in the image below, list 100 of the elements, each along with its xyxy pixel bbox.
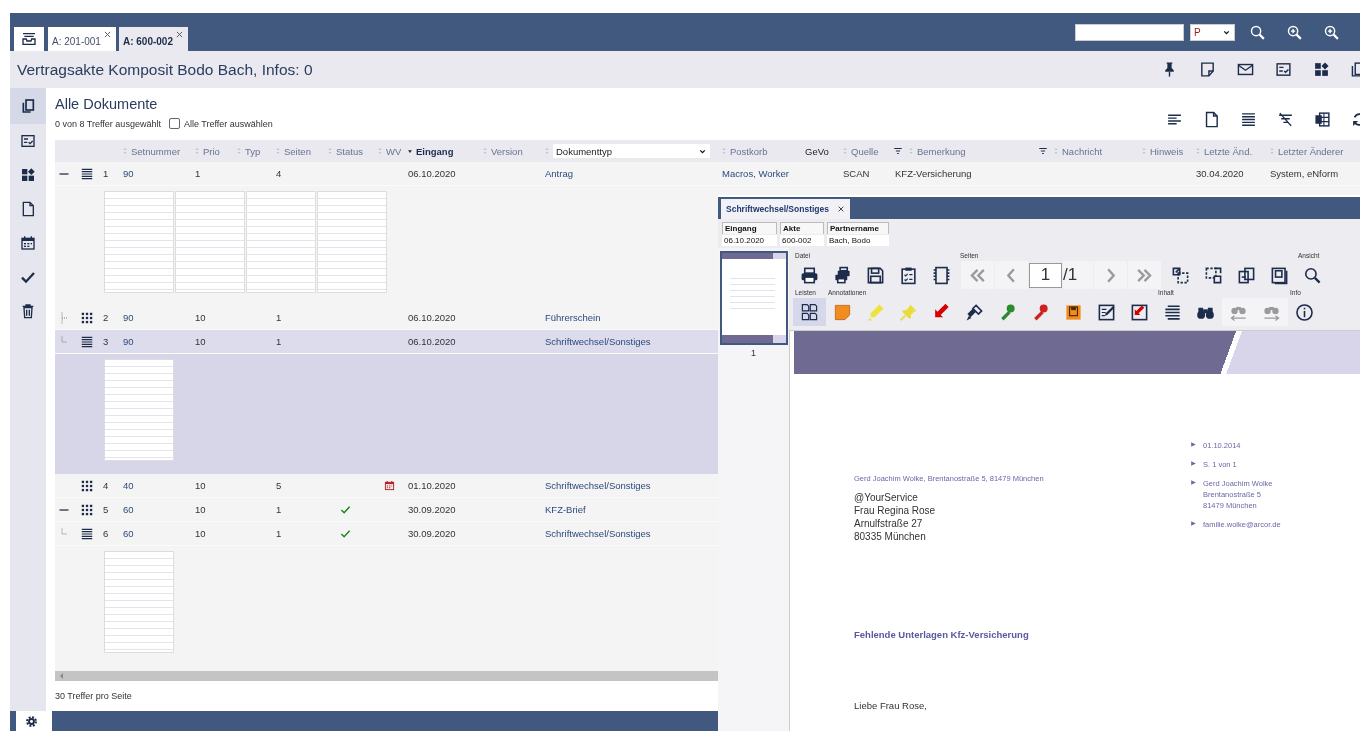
note-icon[interactable] [1199, 61, 1216, 78]
filter-off-icon[interactable] [1277, 110, 1294, 128]
page-thumbnail[interactable] [318, 192, 386, 292]
document-type-cell[interactable]: Schriftwechsel/Sonstiges [545, 336, 651, 347]
column-header[interactable]: Eingang [416, 145, 454, 157]
panels-button[interactable] [793, 298, 826, 326]
zoom-in-icon[interactable] [1286, 23, 1303, 41]
filter-icon[interactable] [893, 146, 903, 156]
set-number-cell[interactable]: 90 [123, 168, 134, 179]
sticky-note-icon [833, 302, 852, 322]
priority-cell: 10 [195, 336, 206, 347]
checkbox-label: Alle Treffer auswählen [183, 118, 273, 129]
set-number-cell[interactable]: 40 [123, 480, 134, 491]
checklist-icon [899, 265, 918, 285]
dashboard-icon[interactable] [1313, 61, 1330, 78]
mode-select[interactable]: P [1190, 23, 1235, 41]
meta-header: Eingang [722, 222, 777, 234]
table-row[interactable]: 5 60 10 1 30.09.2020 KFZ-Brief [55, 498, 718, 522]
panels-icon [800, 302, 819, 322]
meta-value: Bach, Bodo [827, 235, 889, 246]
set-number-cell[interactable]: 90 [123, 336, 134, 347]
print-icon [800, 265, 819, 285]
close-icon[interactable] [174, 30, 184, 39]
close-icon[interactable] [837, 205, 845, 213]
page-thumbnail[interactable] [176, 192, 244, 292]
column-header[interactable]: Typ [245, 145, 261, 157]
column-header[interactable]: Status [336, 145, 363, 157]
search-field[interactable] [1075, 23, 1184, 41]
column-header[interactable]: Bemerkung [917, 145, 966, 157]
set-number-cell[interactable]: 90 [123, 312, 134, 323]
viewer-tab[interactable]: Schriftwechsel/Sonstiges [721, 199, 850, 219]
sidebar-item[interactable] [10, 88, 46, 124]
page-number-field[interactable]: 1 [1029, 262, 1062, 288]
page-export-icon [1171, 265, 1190, 285]
column-header[interactable]: Postkorb [730, 145, 768, 157]
archive-tab[interactable] [14, 27, 44, 51]
inbox-cell[interactable]: Macros, Worker [722, 168, 789, 179]
page-thumbnail[interactable] [247, 192, 315, 292]
tab-label: A: 201-001 [52, 34, 101, 47]
search-icon [1303, 265, 1322, 285]
document-icon [20, 201, 36, 217]
page-thumbnail[interactable] [105, 552, 173, 652]
document-type-cell[interactable]: Schriftwechsel/Sonstiges [545, 480, 651, 491]
page-thumbnail[interactable] [105, 192, 173, 292]
column-header[interactable]: Seiten [284, 145, 311, 157]
column-header[interactable]: GeVo [803, 145, 829, 157]
document-type-select[interactable]: Dokumenttyp [553, 144, 710, 158]
settings-button[interactable] [10, 711, 46, 731]
selection-count: 0 von 8 Treffer ausgewählt [55, 118, 161, 129]
meta-header: Akte [780, 222, 824, 234]
filter-icon[interactable] [1038, 146, 1048, 156]
document-type-cell[interactable]: KFZ-Brief [545, 504, 586, 515]
lines-icon[interactable] [1240, 110, 1257, 128]
received-date-cell: 01.10.2020 [408, 480, 456, 491]
last-editor-cell: System, eNform [1270, 168, 1339, 179]
set-number-cell[interactable]: 60 [123, 504, 134, 515]
column-header[interactable]: Quelle [851, 145, 879, 157]
column-header[interactable]: WV [386, 145, 402, 157]
grid-icon [80, 310, 94, 325]
document-type-cell[interactable]: Führerschein [545, 312, 601, 323]
spreadsheet-icon[interactable] [1314, 110, 1331, 128]
document-type-cell[interactable]: Antrag [545, 168, 573, 179]
checklist-icon [20, 133, 36, 149]
tray-icon [21, 31, 37, 47]
mail-icon[interactable] [1237, 61, 1254, 78]
column-header[interactable]: Hinweis [1150, 145, 1184, 157]
record-tab[interactable]: A: 600-002 [118, 27, 188, 51]
column-header[interactable]: Letzte Änd. [1204, 145, 1253, 157]
table-row[interactable]: 1 90 1 4 06.10.2020 Antrag Macros, Worker SCAN KFZ-Versicherung 30.04.2020 System, eNform [55, 162, 1360, 186]
table-row[interactable]: 4 40 10 5 01.10.2020 Schriftwechsel/Sonstiges [55, 474, 718, 498]
print-multiple-icon [833, 265, 852, 285]
edit-document-icon [1097, 302, 1116, 322]
page-count-cell: 1 [276, 504, 282, 515]
table-row[interactable]: 6 60 10 1 30.09.2020 Schriftwechsel/Sonstiges [55, 522, 718, 546]
checklist-icon[interactable] [1275, 61, 1292, 78]
set-number-cell[interactable]: 60 [123, 528, 134, 539]
table-row[interactable]: 3 90 10 1 06.10.2020 Schriftwechsel/Sonstiges [55, 330, 718, 354]
priority-cell: 1 [195, 168, 201, 179]
column-header[interactable]: Prio [203, 145, 220, 157]
sort-descending-icon[interactable] [406, 147, 414, 155]
page-thumbnail[interactable] [105, 360, 173, 460]
lines-icon [80, 166, 94, 181]
search-icon[interactable] [1249, 23, 1266, 41]
record-title: Vertragsakte Komposit Bodo Bach, Infos: 0 [17, 60, 313, 79]
record-tab[interactable]: A: 201-001 [48, 27, 116, 51]
received-date-cell: 30.09.2020 [408, 528, 456, 539]
trash-icon [20, 303, 36, 319]
document-type-cell[interactable]: Schriftwechsel/Sonstiges [545, 528, 651, 539]
document-icon[interactable] [1203, 110, 1220, 128]
column-header[interactable]: Nachricht [1062, 145, 1103, 157]
page-thumbnail[interactable] [719, 251, 788, 345]
last-modified-cell: 30.04.2020 [1196, 168, 1244, 179]
column-header[interactable]: Letzter Änderer [1278, 145, 1344, 157]
column-header[interactable]: Version [491, 145, 523, 157]
scrollbar[interactable] [55, 671, 718, 681]
page-size-label: 30 Treffer pro Seite [55, 691, 132, 701]
close-icon[interactable] [102, 30, 112, 39]
zoom-in-icon[interactable] [1323, 23, 1340, 41]
checkbox[interactable] [168, 118, 180, 129]
column-header[interactable]: Setnummer [131, 145, 181, 157]
